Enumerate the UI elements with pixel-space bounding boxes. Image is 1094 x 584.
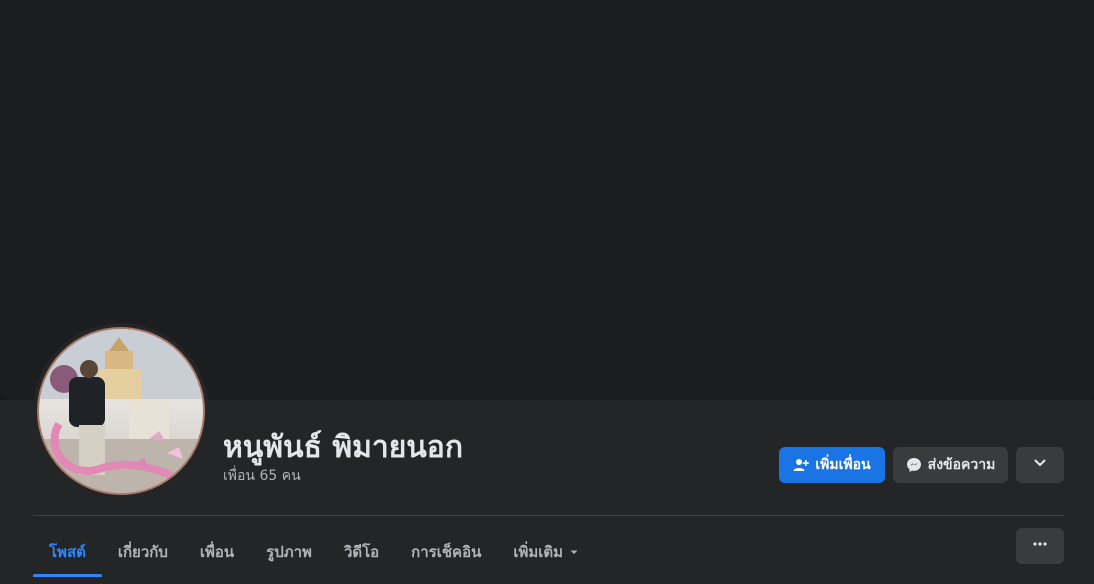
tab-about[interactable]: เกี่ยวกับ [102, 527, 184, 576]
friends-count[interactable]: เพื่อน 65 คน [223, 465, 301, 487]
more-horizontal-icon [1032, 536, 1048, 556]
tab-check-ins[interactable]: การเช็คอิน [395, 527, 497, 576]
messenger-icon [906, 457, 922, 473]
tab-label: โพสต์ [49, 542, 86, 561]
add-friend-label: เพิ่มเพื่อน [815, 457, 871, 473]
caret-down-icon [569, 547, 579, 557]
tab-label: การเช็คอิน [411, 542, 482, 561]
more-options-button[interactable] [1016, 528, 1064, 564]
tab-photos[interactable]: รูปภาพ [250, 527, 328, 576]
avatar [37, 327, 205, 495]
send-message-button[interactable]: ส่งข้อความ [893, 447, 1008, 483]
add-friend-button[interactable]: เพิ่มเพื่อน [779, 447, 885, 483]
profile-name: หนูพันธ์ พิมายนอก [223, 430, 463, 465]
tab-label: รูปภาพ [266, 542, 312, 561]
avatar-image [39, 329, 203, 493]
tab-label: เพิ่มเติม [513, 542, 564, 561]
tab-label: เพื่อน [199, 542, 235, 561]
send-message-label: ส่งข้อความ [927, 457, 996, 473]
tab-friends[interactable]: เพื่อน [184, 527, 250, 576]
header-divider [33, 515, 1064, 516]
profile-picture[interactable] [33, 323, 209, 499]
profile-tabs: โพสต์ เกี่ยวกับ เพื่อน รูปภาพ วิดีโอ การ… [33, 527, 595, 577]
tab-posts[interactable]: โพสต์ [33, 527, 102, 577]
tab-more[interactable]: เพิ่มเติม [497, 527, 595, 576]
tab-label: วิดีโอ [343, 542, 380, 561]
profile-options-dropdown[interactable] [1016, 447, 1064, 483]
tab-videos[interactable]: วิดีโอ [328, 527, 395, 576]
tab-label: เกี่ยวกับ [117, 542, 168, 561]
add-friend-icon [793, 457, 810, 473]
chevron-down-icon [1033, 456, 1047, 474]
